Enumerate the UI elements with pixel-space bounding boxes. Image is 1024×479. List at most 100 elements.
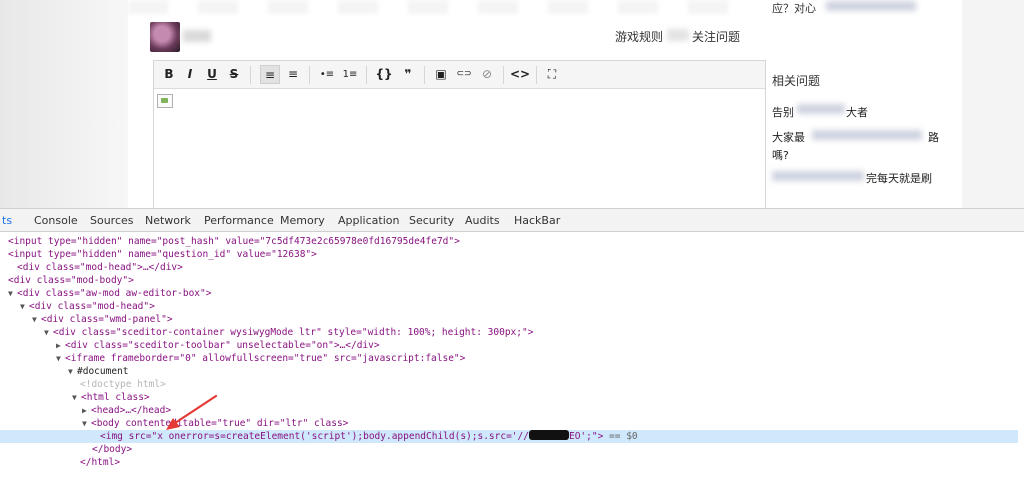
toolbar-divider [424,66,425,84]
unlink-button[interactable]: ⊘ [477,65,497,84]
dom-node-text: </body> [92,444,133,455]
blurred-header [128,0,748,14]
tab-audits[interactable]: Audits [465,214,500,227]
collapse-triangle-icon[interactable]: ▼ [8,287,17,300]
dom-node[interactable]: <!doctype html> [0,378,1018,391]
related-question-3[interactable]: 完每天就是刷 [866,170,932,186]
dom-node-selected[interactable]: <img src="x onerror=s=createElement('scr… [0,430,1018,443]
tab-security[interactable]: Security [409,214,454,227]
dom-node-text: <div class="aw-mod aw-editor-box"> [17,288,212,299]
broken-image-icon [157,94,173,108]
tab-sources[interactable]: Sources [90,214,134,227]
left-background [0,0,128,208]
dom-node[interactable]: ▼ <div class="sceditor-container wysiwygM… [0,326,1018,339]
dom-node[interactable]: <input type="hidden" name="post_hash" va… [0,235,1018,248]
ordered-list-button[interactable]: 1≡ [340,65,360,84]
expand-triangle-icon[interactable]: ▶ [56,339,65,352]
image-button[interactable]: ▣ [431,65,451,84]
collapse-triangle-icon[interactable]: ▼ [32,313,41,326]
webpage-area: 游戏规则 关注问题 B I U S ≡ ≡ •≡ 1≡ {} ❞ ▣ ⊂⊃ ⊘ … [0,0,1024,208]
dom-node[interactable]: </html> [0,456,1018,469]
rich-text-editor[interactable]: B I U S ≡ ≡ •≡ 1≡ {} ❞ ▣ ⊂⊃ ⊘ <> ⛶ [153,60,766,208]
maximize-button[interactable]: ⛶ [542,65,562,84]
editor-toolbar: B I U S ≡ ≡ •≡ 1≡ {} ❞ ▣ ⊂⊃ ⊘ <> ⛶ [154,61,765,89]
related-question-2-start[interactable]: 大家最 [772,129,805,145]
link-button[interactable]: ⊂⊃ [454,65,474,84]
dom-node-text: <div class="mod-head">…</div> [17,262,183,273]
avatar[interactable] [150,22,180,52]
source-mode-button[interactable]: <> [510,65,530,84]
related-question-1-start[interactable]: 告别 [772,104,794,120]
dom-node-text: <!doctype html> [80,379,166,390]
related-questions-title: 相关问题 [772,74,821,88]
collapse-triangle-icon[interactable]: ▼ [20,300,29,313]
bold-button[interactable]: B [159,65,179,84]
redacted-text [772,171,864,181]
collapse-triangle-icon[interactable]: ▼ [72,391,81,404]
dom-node-text: <div class="sceditor-container wysiwygMo… [53,327,534,338]
strikethrough-button[interactable]: S [224,65,244,84]
dom-node-text: <div class="wmd-panel"> [41,314,173,325]
toolbar-divider [366,66,367,84]
dom-node[interactable]: ▼ <div class="mod-head"> [0,300,1018,313]
rules-link[interactable]: 游戏规则 [615,28,663,45]
toolbar-divider [250,66,251,84]
dom-node[interactable]: ▶ <head>…</head> [0,404,1018,417]
bullet-list-button[interactable]: •≡ [317,65,337,84]
align-left-button[interactable]: ≡ [260,65,280,84]
dom-node[interactable]: ▼ <div class="aw-mod aw-editor-box"> [0,287,1018,300]
toolbar-divider [503,66,504,84]
redacted-text [826,1,916,11]
tab-network[interactable]: Network [145,214,191,227]
related-question-2-line2[interactable]: 嗎? [772,147,789,163]
dom-node-text: <div class="sceditor-toolbar" unselectab… [65,340,380,351]
username-redacted [183,30,211,42]
tab-memory[interactable]: Memory [280,214,325,227]
dom-node[interactable]: ▼ <body contenteditable="true" dir="ltr" … [0,417,1018,430]
selected-node-marker: == $0 [609,431,638,442]
follow-question-link[interactable]: 关注问题 [692,28,740,45]
elements-dom-tree[interactable]: <input type="hidden" name="post_hash" va… [0,232,1024,479]
collapse-triangle-icon[interactable]: ▼ [82,417,91,430]
toolbar-divider [536,66,537,84]
redacted-text [667,29,689,41]
code-button[interactable]: {} [374,65,394,84]
related-question-2-end[interactable]: 路 [928,129,939,145]
tab-console[interactable]: Console [34,214,78,227]
dom-node-text: EO';"> [568,431,604,442]
quote-button[interactable]: ❞ [398,65,418,84]
redacted-text [797,104,845,114]
dom-node[interactable]: <input type="hidden" name="question_id" … [0,248,1018,261]
italic-button[interactable]: I [180,65,200,84]
right-background [962,0,1024,208]
dom-node-text: <iframe frameborder="0" allowfullscreen=… [65,353,466,364]
dom-node[interactable]: <div class="mod-body"> [0,274,1018,287]
collapse-triangle-icon[interactable]: ▼ [44,326,53,339]
tab-hackbar[interactable]: HackBar [514,214,560,227]
expand-triangle-icon[interactable]: ▶ [82,404,91,417]
dom-node-text: </html> [80,457,121,468]
underline-button[interactable]: U [202,65,222,84]
redacted-text [812,130,922,140]
toolbar-divider [309,66,310,84]
dom-node[interactable]: <div class="mod-head">…</div> [0,261,1018,274]
tab-performance[interactable]: Performance [204,214,274,227]
align-center-button[interactable]: ≡ [283,65,303,84]
tab-elements[interactable]: ts [2,214,12,227]
dom-node[interactable]: ▶ <div class="sceditor-toolbar" unselecta… [0,339,1018,352]
dom-node[interactable]: ▼ #document [0,365,1018,378]
dom-node[interactable]: </body> [0,443,1018,456]
sidebar-top-text: 应？对心 [772,2,816,15]
related-question-1-end[interactable]: 大者 [846,104,868,120]
collapse-triangle-icon[interactable]: ▼ [68,365,77,378]
dom-node-text: <input type="hidden" name="post_hash" va… [8,236,460,247]
dom-node-text: <div class="mod-head"> [29,301,155,312]
dom-node[interactable]: ▼ <html class> [0,391,1018,404]
dom-node-text: <div class="mod-body"> [8,275,134,286]
dom-node[interactable]: ▼ <iframe frameborder="0" allowfullscreen… [0,352,1018,365]
tab-application[interactable]: Application [338,214,399,227]
collapse-triangle-icon[interactable]: ▼ [56,352,65,365]
dom-node[interactable]: ▼ <div class="wmd-panel"> [0,313,1018,326]
dom-node-text: <input type="hidden" name="question_id" … [8,249,317,260]
dom-node-text: #document [77,366,129,377]
